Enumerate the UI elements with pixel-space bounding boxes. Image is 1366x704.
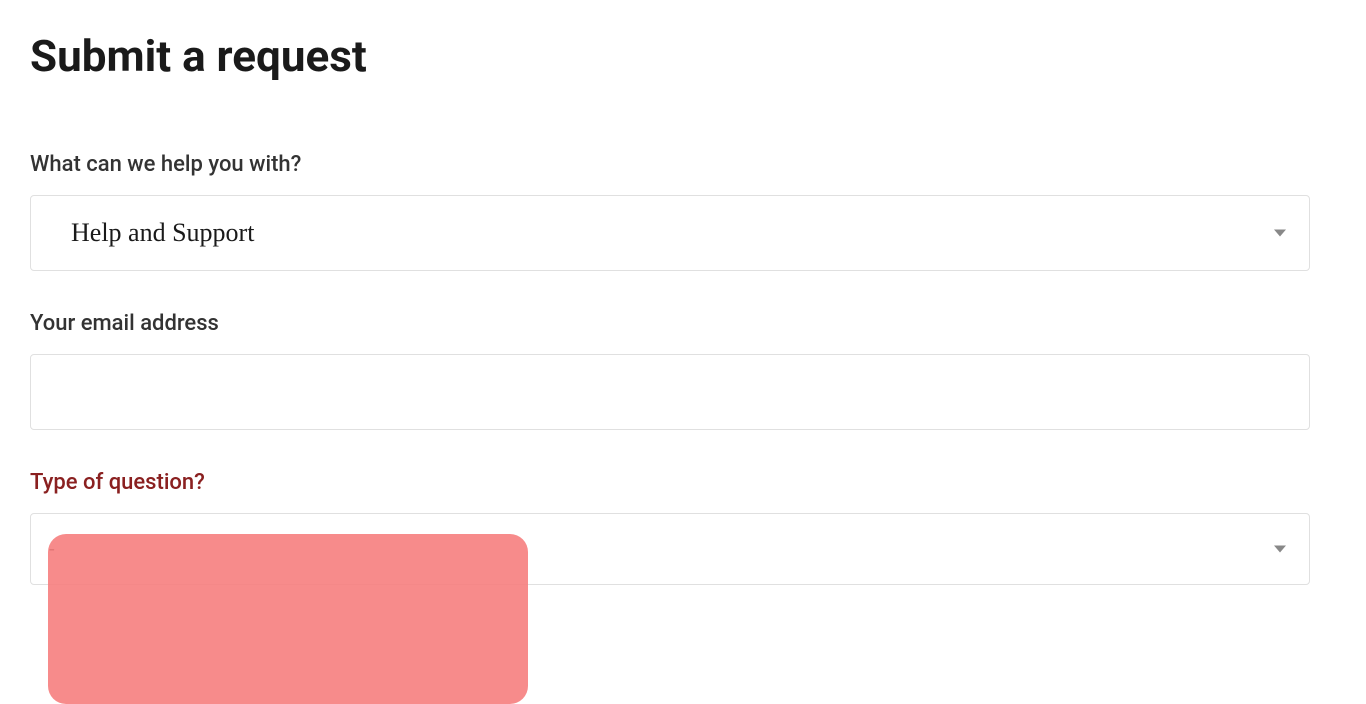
email-group: Your email address bbox=[30, 311, 1336, 430]
question-type-select[interactable]: - bbox=[30, 513, 1310, 585]
page-title: Submit a request bbox=[30, 30, 1336, 82]
email-field[interactable] bbox=[30, 354, 1310, 430]
form-container: Submit a request What can we help you wi… bbox=[30, 30, 1336, 585]
question-type-selected-value: - bbox=[49, 537, 55, 561]
question-type-label: Type of question? bbox=[30, 470, 1336, 495]
email-label: Your email address bbox=[30, 311, 1336, 336]
question-type-select-wrapper: - bbox=[30, 513, 1310, 585]
help-topic-select-wrapper: Help and Support bbox=[30, 195, 1310, 271]
help-topic-group: What can we help you with? Help and Supp… bbox=[30, 152, 1336, 271]
question-type-group: Type of question? - bbox=[30, 470, 1336, 585]
help-topic-select[interactable]: Help and Support bbox=[30, 195, 1310, 271]
help-topic-selected-value: Help and Support bbox=[71, 218, 254, 248]
help-topic-label: What can we help you with? bbox=[30, 152, 1336, 177]
